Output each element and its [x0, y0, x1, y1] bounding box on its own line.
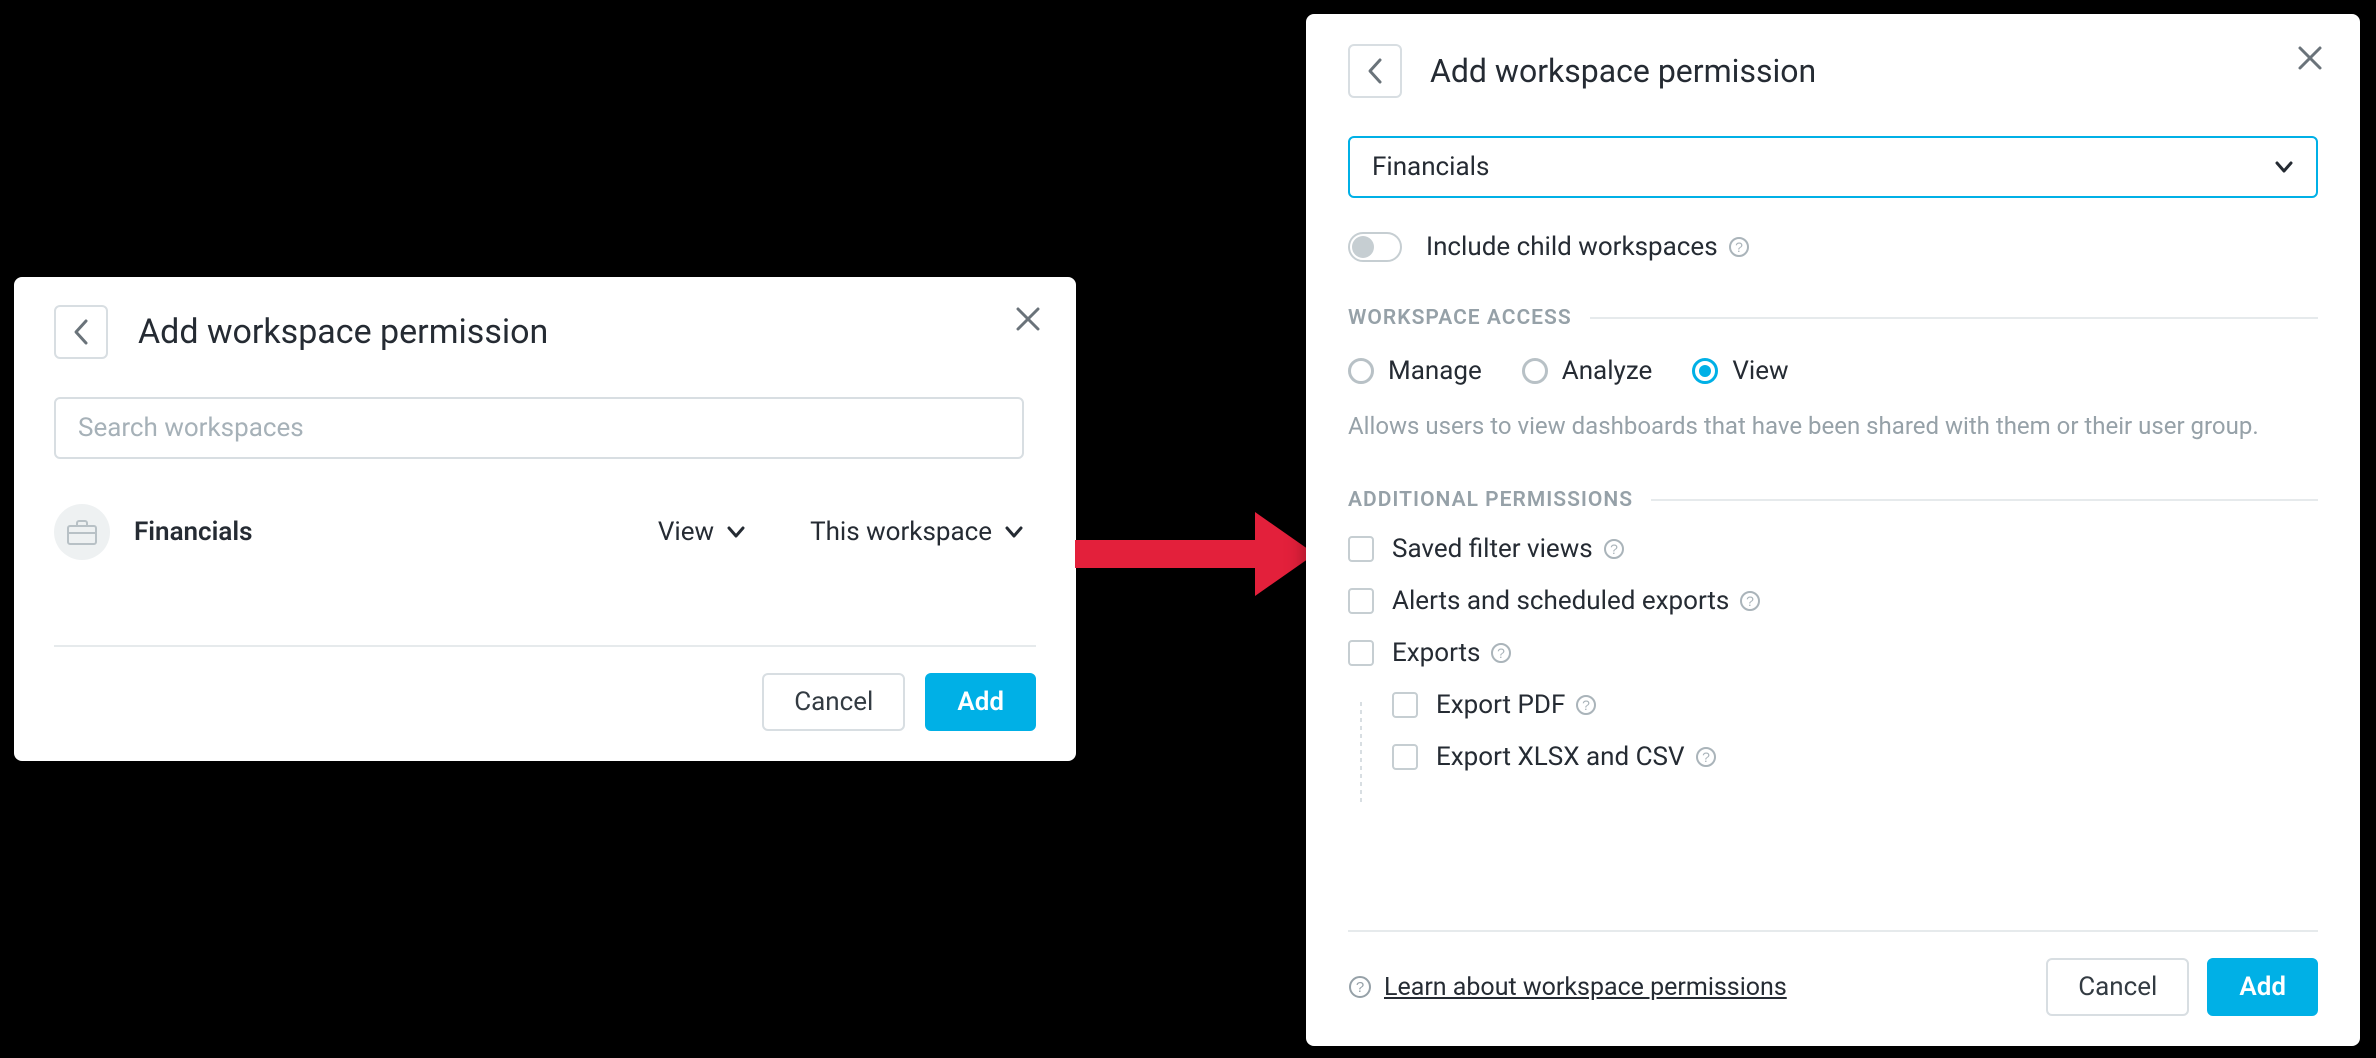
chevron-down-icon [1004, 525, 1024, 539]
help-icon[interactable]: ? [1603, 538, 1625, 560]
workspace-row: Financials View This workspace [54, 497, 1024, 567]
svg-text:?: ? [1746, 593, 1754, 609]
svg-text:?: ? [1582, 697, 1590, 713]
perm-label: Exports [1392, 638, 1480, 668]
close-button[interactable] [1014, 305, 1042, 333]
include-children-toggle[interactable] [1348, 232, 1402, 262]
perm-export-pdf: Export PDF ? [1392, 690, 2318, 720]
modal-title: Add workspace permission [138, 312, 548, 352]
svg-text:?: ? [1610, 541, 1618, 557]
add-permission-modal-step2: Add workspace permission Financials Incl… [1306, 14, 2360, 1046]
help-icon[interactable]: ? [1490, 642, 1512, 664]
radio-label: View [1732, 356, 1788, 386]
access-dropdown[interactable]: View [658, 517, 746, 547]
tree-indent-guide [1360, 702, 1362, 802]
radio-label: Manage [1388, 356, 1482, 386]
close-icon [2296, 44, 2324, 72]
perm-label: Export PDF [1436, 690, 1565, 720]
arrow-shaft [1075, 540, 1255, 568]
checkbox[interactable] [1348, 640, 1374, 666]
perm-export-xlsx-csv: Export XLSX and CSV ? [1392, 742, 2318, 772]
scope-dropdown-value: This workspace [810, 517, 992, 547]
briefcase-icon [67, 519, 97, 545]
radio-manage[interactable]: Manage [1348, 356, 1482, 386]
access-radio-group: Manage Analyze View [1348, 356, 2318, 386]
perm-exports: Exports ? [1348, 638, 2318, 668]
svg-text:?: ? [1356, 979, 1364, 996]
workspace-name: Financials [134, 517, 252, 547]
help-icon[interactable]: ? [1739, 590, 1761, 612]
radio-analyze[interactable]: Analyze [1522, 356, 1653, 386]
section-rule [1590, 317, 2318, 319]
chevron-left-icon [72, 318, 90, 346]
flow-arrow [1075, 512, 1315, 596]
modal-header: Add workspace permission [1348, 44, 2318, 98]
radio-label: Analyze [1562, 356, 1653, 386]
svg-text:?: ? [1735, 239, 1743, 255]
checkbox[interactable] [1392, 692, 1418, 718]
workspace-icon [54, 504, 110, 560]
perm-saved-filter-views: Saved filter views ? [1348, 534, 2318, 564]
section-workspace-access: WORKSPACE ACCESS [1348, 306, 2318, 330]
section-rule [1651, 499, 2318, 501]
include-children-row: Include child workspaces ? [1348, 232, 2318, 262]
chevron-down-icon [726, 525, 746, 539]
modal-title: Add workspace permission [1430, 52, 1816, 90]
search-placeholder: Search workspaces [78, 413, 304, 443]
chevron-down-icon [2274, 160, 2294, 174]
checkbox[interactable] [1348, 588, 1374, 614]
cancel-button[interactable]: Cancel [2046, 958, 2189, 1016]
chevron-left-icon [1366, 57, 1384, 85]
access-dropdown-value: View [658, 517, 714, 547]
back-button[interactable] [1348, 44, 1402, 98]
checkbox[interactable] [1392, 744, 1418, 770]
modal-footer: ? Learn about workspace permissions Canc… [1348, 930, 2318, 1016]
modal-footer: Cancel Add [54, 645, 1036, 731]
svg-text:?: ? [1702, 749, 1710, 765]
add-button[interactable]: Add [2207, 958, 2318, 1016]
modal-header: Add workspace permission [54, 305, 1036, 359]
cancel-button[interactable]: Cancel [762, 673, 905, 731]
perm-label: Saved filter views [1392, 534, 1593, 564]
additional-permissions-list: Saved filter views ? Alerts and schedule… [1348, 534, 2318, 772]
perm-label: Alerts and scheduled exports [1392, 586, 1729, 616]
section-additional-permissions: ADDITIONAL PERMISSIONS [1348, 488, 2318, 512]
help-icon[interactable]: ? [1348, 975, 1372, 999]
workspace-select-value: Financials [1372, 152, 1489, 182]
workspace-select[interactable]: Financials [1348, 136, 2318, 198]
help-icon[interactable]: ? [1575, 694, 1597, 716]
help-icon[interactable]: ? [1728, 236, 1750, 258]
include-children-label: Include child workspaces [1426, 232, 1718, 262]
back-button[interactable] [54, 305, 108, 359]
section-label: ADDITIONAL PERMISSIONS [1348, 488, 1633, 512]
radio-view[interactable]: View [1692, 356, 1788, 386]
close-icon [1014, 305, 1042, 333]
help-icon[interactable]: ? [1695, 746, 1717, 768]
learn-more-link[interactable]: Learn about workspace permissions [1384, 973, 1787, 1002]
close-button[interactable] [2296, 44, 2324, 72]
perm-alerts-exports: Alerts and scheduled exports ? [1348, 586, 2318, 616]
search-workspaces-input[interactable]: Search workspaces [54, 397, 1024, 459]
section-label: WORKSPACE ACCESS [1348, 306, 1572, 330]
add-permission-modal-step1: Add workspace permission Search workspac… [14, 277, 1076, 761]
perm-label: Export XLSX and CSV [1436, 742, 1685, 772]
checkbox[interactable] [1348, 536, 1374, 562]
toggle-knob [1352, 236, 1374, 258]
scope-dropdown[interactable]: This workspace [810, 517, 1024, 547]
add-button[interactable]: Add [925, 673, 1036, 731]
svg-text:?: ? [1498, 645, 1506, 661]
access-description: Allows users to view dashboards that hav… [1348, 408, 2318, 444]
